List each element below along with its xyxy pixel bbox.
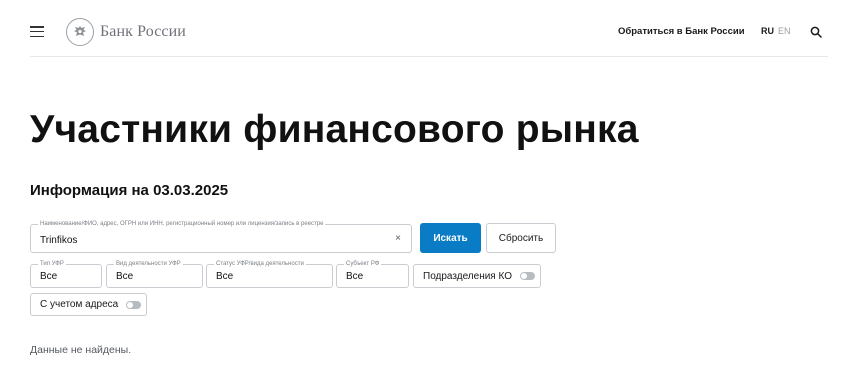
ko-divisions-toggle[interactable]: Подразделения КО: [413, 264, 541, 288]
eagle-emblem-icon: [66, 18, 94, 46]
page-title: Участники финансового рынка: [30, 108, 639, 151]
subject-select-value: Все: [346, 271, 364, 282]
info-date: Информация на 03.03.2025: [30, 182, 229, 199]
subject-select-legend: Субъект РФ: [344, 260, 382, 268]
activity-select[interactable]: Вид деятельности УФР Все: [106, 260, 203, 288]
logo[interactable]: Банк России: [66, 17, 216, 47]
lang-en[interactable]: EN: [778, 26, 791, 36]
search-input[interactable]: Наименование/ФИО, адрес, ОГРН или ИНН, р…: [30, 220, 412, 253]
status-select-legend: Статус УФР/вида деятельности: [214, 260, 306, 268]
search-button[interactable]: Искать: [420, 223, 481, 253]
clear-icon[interactable]: ×: [395, 233, 401, 244]
logo-text: Банк России: [100, 23, 186, 40]
header-divider: [30, 56, 828, 57]
with-address-switch[interactable]: [126, 300, 142, 309]
lang-ru[interactable]: RU: [761, 26, 774, 36]
status-select-value: Все: [216, 271, 234, 282]
activity-select-value: Все: [116, 271, 134, 282]
contact-bank-link[interactable]: Обратиться в Банк России: [618, 26, 745, 37]
reset-button[interactable]: Сбросить: [486, 223, 556, 253]
with-address-toggle[interactable]: С учетом адреса: [30, 293, 147, 316]
ko-divisions-label: Подразделения КО: [423, 270, 512, 282]
status-select[interactable]: Статус УФР/вида деятельности Все: [206, 260, 333, 288]
search-input-value: Trinfikos: [40, 235, 78, 246]
no-results-message: Данные не найдены.: [30, 344, 132, 356]
menu-icon[interactable]: [30, 26, 44, 38]
search-input-legend: Наименование/ФИО, адрес, ОГРН или ИНН, р…: [38, 220, 326, 228]
type-select-value: Все: [40, 271, 58, 282]
language-switcher: RU EN: [761, 26, 791, 36]
subject-select[interactable]: Субъект РФ Все: [336, 260, 409, 288]
type-select[interactable]: Тип УФР Все: [30, 260, 102, 288]
type-select-legend: Тип УФР: [38, 260, 66, 268]
search-icon[interactable]: [810, 25, 822, 38]
with-address-label: С учетом адреса: [40, 299, 119, 310]
ko-divisions-switch[interactable]: [520, 272, 535, 280]
site-header: Банк России Обратиться в Банк России RU E…: [30, 14, 828, 50]
activity-select-legend: Вид деятельности УФР: [114, 260, 183, 268]
